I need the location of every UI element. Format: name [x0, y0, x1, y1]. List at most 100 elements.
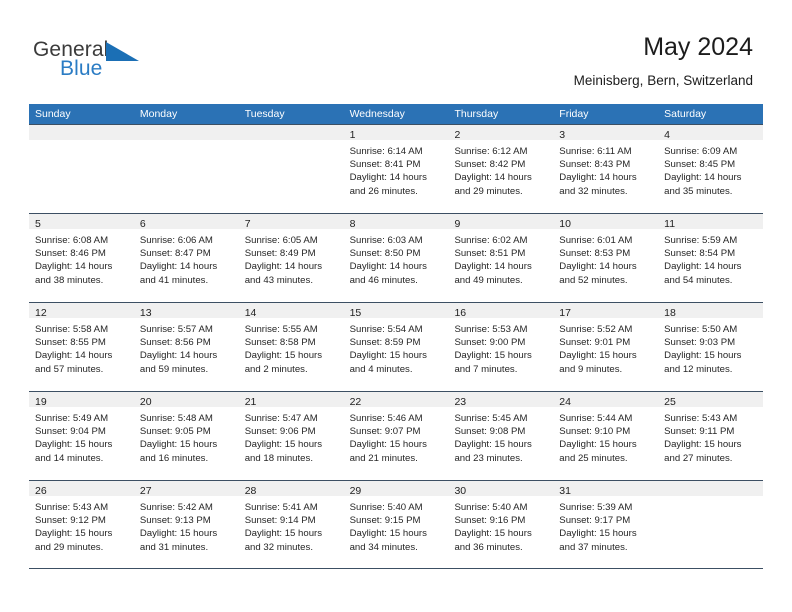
sunset-text: Sunset: 8:50 PM: [349, 248, 421, 260]
day-number: 26: [35, 485, 47, 497]
day-number: 29: [349, 485, 362, 497]
sunrise-text: Sunrise: 5:58 AM: [35, 324, 109, 335]
daylight-text-cont: and 18 minutes.: [244, 452, 313, 464]
day-number-band: 21: [238, 392, 344, 408]
calendar-day-cell[interactable]: 12 Sunrise: 5:58 AM Sunset: 8:55 PM Dayligh…: [29, 303, 134, 391]
daylight-text-cont: and 43 minutes.: [244, 274, 313, 286]
sunrise-text: Sunrise: 6:09 AM: [664, 146, 738, 157]
calendar-day-cell[interactable]: 14 Sunrise: 5:55 AM Sunset: 8:58 PM Dayligh…: [238, 303, 344, 391]
sunset-text: Sunset: 9:17 PM: [559, 515, 631, 527]
day-details: Sunrise: 5:58 AM Sunset: 8:55 PM Daylight:…: [29, 318, 134, 376]
calendar-day-cell[interactable]: 31 Sunrise: 5:39 AM Sunset: 9:17 PM Dayligh…: [553, 481, 659, 568]
daylight-text-cont: and 35 minutes.: [664, 185, 733, 197]
daylight-text-cont: and 57 minutes.: [35, 363, 104, 375]
sunrise-text: Sunrise: 6:12 AM: [454, 146, 528, 157]
calendar-day-cell[interactable]: 27 Sunrise: 5:42 AM Sunset: 9:13 PM Dayligh…: [133, 481, 239, 568]
title-block: May 2024 Meinisberg, Bern, Switzerland: [574, 32, 753, 90]
calendar-day-cell[interactable]: 1 Sunrise: 6:14 AM Sunset: 8:41 PM Daylight…: [343, 125, 449, 213]
day-number: 11: [664, 218, 676, 230]
daylight-text: Daylight: 15 hours: [454, 439, 532, 451]
day-details: Sunrise: 6:02 AM Sunset: 8:51 PM Daylight:…: [448, 229, 553, 287]
sunrise-text: Sunrise: 5:48 AM: [139, 413, 213, 424]
daylight-text-cont: and 49 minutes.: [454, 274, 523, 286]
calendar-day-cell[interactable]: 3 Sunrise: 6:11 AM Sunset: 8:43 PM Daylight…: [553, 125, 659, 213]
calendar-day-cell[interactable]: 2 Sunrise: 6:12 AM Sunset: 8:42 PM Daylight…: [448, 125, 554, 213]
calendar-day-cell[interactable]: 22 Sunrise: 5:46 AM Sunset: 9:07 PM Dayligh…: [343, 392, 449, 480]
calendar-day-cell[interactable]: 10 Sunrise: 6:01 AM Sunset: 8:53 PM Dayligh…: [553, 214, 659, 302]
calendar-day-cell[interactable]: 17 Sunrise: 5:52 AM Sunset: 9:01 PM Dayligh…: [553, 303, 659, 391]
weekday-header-tuesday: Tuesday: [244, 108, 285, 120]
calendar-day-cell[interactable]: 5 Sunrise: 6:08 AM Sunset: 8:46 PM Daylight…: [29, 214, 134, 302]
day-number-band: 9: [448, 214, 554, 230]
calendar-day-cell[interactable]: 16 Sunrise: 5:53 AM Sunset: 9:00 PM Dayligh…: [448, 303, 554, 391]
daylight-text: Daylight: 15 hours: [244, 528, 323, 540]
daylight-text-cont: and 29 minutes.: [454, 185, 523, 197]
page-subtitle-location: Meinisberg, Bern, Switzerland: [573, 73, 753, 88]
sunset-text: Sunset: 9:00 PM: [454, 337, 526, 349]
daylight-text-cont: and 27 minutes.: [664, 452, 733, 464]
calendar-day-cell[interactable]: 11 Sunrise: 5:59 AM Sunset: 8:54 PM Dayligh…: [658, 214, 764, 302]
day-details: Sunrise: 6:09 AM Sunset: 8:45 PM Daylight:…: [658, 140, 763, 198]
calendar-day-cell[interactable]: 24 Sunrise: 5:44 AM Sunset: 9:10 PM Dayligh…: [553, 392, 659, 480]
day-number: 3: [559, 129, 566, 141]
sunrise-text: Sunrise: 6:14 AM: [349, 146, 423, 157]
calendar-day-cell[interactable]: 28 Sunrise: 5:41 AM Sunset: 9:14 PM Dayligh…: [238, 481, 344, 568]
calendar-day-cell[interactable]: 8 Sunrise: 6:03 AM Sunset: 8:50 PM Daylight…: [343, 214, 449, 302]
day-number: 19: [35, 396, 47, 408]
sunset-text: Sunset: 9:12 PM: [35, 515, 106, 527]
daylight-text: Daylight: 15 hours: [349, 350, 427, 362]
calendar-day-cell[interactable]: 9 Sunrise: 6:02 AM Sunset: 8:51 PM Daylight…: [448, 214, 554, 302]
day-details: [239, 140, 344, 145]
calendar-day-cell-empty: [658, 481, 764, 568]
daylight-text-cont: and 14 minutes.: [35, 452, 104, 464]
sunrise-text: Sunrise: 5:55 AM: [244, 324, 318, 335]
calendar-day-cell-empty: [29, 125, 134, 213]
sunset-text: Sunset: 9:05 PM: [139, 426, 211, 438]
daylight-text: Daylight: 15 hours: [139, 439, 218, 451]
calendar-day-cell[interactable]: 20 Sunrise: 5:48 AM Sunset: 9:05 PM Dayligh…: [133, 392, 239, 480]
day-details: Sunrise: 5:53 AM Sunset: 9:00 PM Daylight:…: [448, 318, 553, 376]
weekday-header-sunday: Sunday: [35, 108, 71, 120]
daylight-text-cont: and 25 minutes.: [559, 452, 628, 464]
day-details: Sunrise: 5:59 AM Sunset: 8:54 PM Daylight:…: [658, 229, 763, 287]
calendar-day-cell[interactable]: 25 Sunrise: 5:43 AM Sunset: 9:11 PM Dayligh…: [658, 392, 764, 480]
day-number-band: 25: [658, 392, 764, 408]
calendar-day-cell[interactable]: 18 Sunrise: 5:50 AM Sunset: 9:03 PM Dayligh…: [658, 303, 764, 391]
daylight-text-cont: and 29 minutes.: [35, 541, 104, 553]
calendar-day-cell[interactable]: 19 Sunrise: 5:49 AM Sunset: 9:04 PM Dayligh…: [29, 392, 134, 480]
day-details: Sunrise: 5:49 AM Sunset: 9:04 PM Daylight:…: [29, 407, 134, 465]
calendar-day-cell[interactable]: 13 Sunrise: 5:57 AM Sunset: 8:56 PM Dayligh…: [133, 303, 239, 391]
day-details: [29, 140, 134, 145]
day-number-band: 20: [133, 392, 239, 408]
calendar-day-cell[interactable]: 29 Sunrise: 5:40 AM Sunset: 9:15 PM Dayligh…: [343, 481, 449, 568]
calendar-day-cell[interactable]: 30 Sunrise: 5:40 AM Sunset: 9:16 PM Dayligh…: [448, 481, 554, 568]
day-details: Sunrise: 5:52 AM Sunset: 9:01 PM Daylight:…: [553, 318, 658, 376]
calendar-day-cell[interactable]: 26 Sunrise: 5:43 AM Sunset: 9:12 PM Dayligh…: [29, 481, 134, 568]
calendar-day-cell[interactable]: 4 Sunrise: 6:09 AM Sunset: 8:45 PM Daylight…: [658, 125, 764, 213]
day-number-band: 14: [238, 303, 344, 319]
day-number: 20: [139, 396, 152, 408]
daylight-text-cont: and 32 minutes.: [559, 185, 628, 197]
daylight-text: Daylight: 14 hours: [454, 261, 532, 273]
calendar-day-cell[interactable]: 15 Sunrise: 5:54 AM Sunset: 8:59 PM Dayligh…: [343, 303, 449, 391]
sunrise-text: Sunrise: 5:54 AM: [349, 324, 423, 335]
day-details: Sunrise: 5:43 AM Sunset: 9:11 PM Daylight:…: [658, 407, 763, 465]
calendar-weeks: 1 Sunrise: 6:14 AM Sunset: 8:41 PM Daylight…: [29, 124, 764, 569]
sunrise-text: Sunrise: 5:45 AM: [454, 413, 528, 424]
sunset-text: Sunset: 8:45 PM: [664, 159, 736, 171]
sunrise-text: Sunrise: 5:44 AM: [559, 413, 633, 424]
weekday-header-wednesday: Wednesday: [349, 108, 405, 120]
day-number: 6: [139, 218, 146, 230]
daylight-text: Daylight: 15 hours: [454, 528, 532, 540]
calendar-day-cell[interactable]: 7 Sunrise: 6:05 AM Sunset: 8:49 PM Daylight…: [238, 214, 344, 302]
calendar-day-cell[interactable]: 23 Sunrise: 5:45 AM Sunset: 9:08 PM Dayligh…: [448, 392, 554, 480]
day-number: 31: [559, 485, 571, 497]
calendar-day-cell[interactable]: 6 Sunrise: 6:06 AM Sunset: 8:47 PM Daylight…: [133, 214, 239, 302]
calendar-day-cell[interactable]: 21 Sunrise: 5:47 AM Sunset: 9:06 PM Dayligh…: [238, 392, 344, 480]
daylight-text-cont: and 46 minutes.: [349, 274, 418, 286]
daylight-text-cont: and 36 minutes.: [454, 541, 523, 553]
sunrise-text: Sunrise: 5:47 AM: [244, 413, 318, 424]
day-details: Sunrise: 6:05 AM Sunset: 8:49 PM Daylight:…: [239, 229, 344, 287]
daylight-text: Daylight: 15 hours: [244, 350, 323, 362]
sunrise-text: Sunrise: 6:05 AM: [244, 235, 318, 246]
